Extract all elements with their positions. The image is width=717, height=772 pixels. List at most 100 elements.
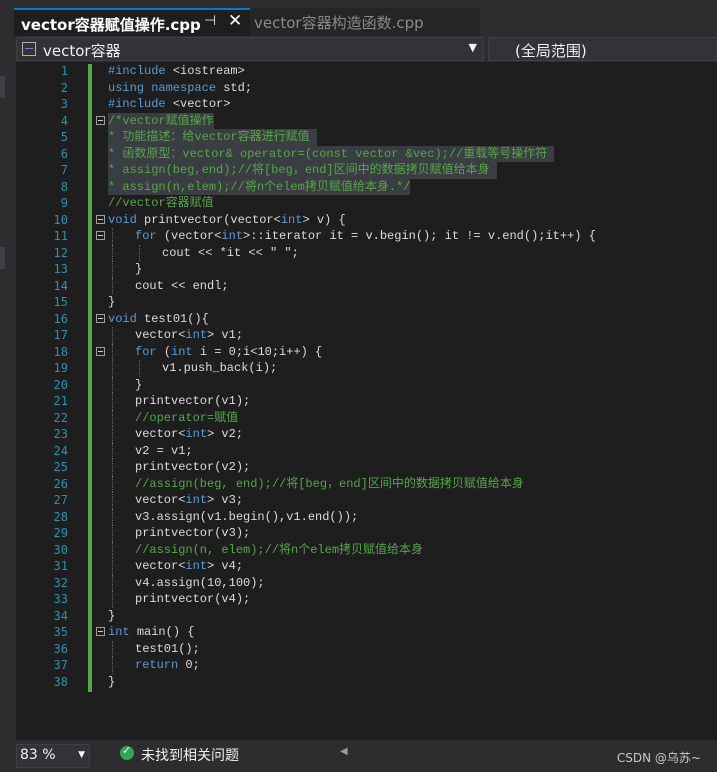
code-line[interactable]: 9 //vector容器赋值 bbox=[0, 195, 717, 212]
code-line[interactable]: 36 test01(); bbox=[0, 640, 717, 657]
code-text: cout << endl; bbox=[135, 278, 229, 295]
code-line[interactable]: 3 #include <vector> bbox=[0, 96, 717, 113]
chevron-down-icon[interactable]: ▼ bbox=[78, 750, 85, 760]
pin-icon[interactable]: ⊣ bbox=[204, 13, 216, 29]
code-line[interactable]: 26 //assign(beg, end);//将[beg，end]区间中的数据拷… bbox=[0, 475, 717, 492]
code-token: } bbox=[108, 674, 116, 689]
tab-vector-assign[interactable]: vector容器赋值操作.cpp ⊣ ✕ bbox=[14, 8, 250, 36]
line-number: 36 bbox=[53, 641, 68, 656]
chevron-down-icon[interactable]: ▼ bbox=[469, 41, 477, 54]
code-line[interactable]: 23 vector<int> v2; bbox=[0, 426, 717, 443]
code-line[interactable]: 28 v3.assign(v1.begin(),v1.end()); bbox=[0, 508, 717, 525]
code-line[interactable]: 25 printvector(v2); bbox=[0, 459, 717, 476]
code-line[interactable]: 15} bbox=[0, 294, 717, 311]
indent-guide bbox=[112, 475, 113, 492]
code-line[interactable]: 20} bbox=[0, 376, 717, 393]
collapse-icon[interactable] bbox=[96, 115, 105, 125]
indent-guide bbox=[112, 376, 113, 393]
member-scope-dropdown[interactable]: (全局范围) bbox=[488, 37, 717, 61]
code-text: for (vector<int>::iterator it = v.begin(… bbox=[135, 228, 596, 245]
code-line[interactable]: 27 vector<int> v3; bbox=[0, 492, 717, 509]
line-number: 33 bbox=[53, 592, 68, 606]
code-line[interactable]: 24 v2 = v1; bbox=[0, 442, 717, 460]
code-token: v2 = v1; bbox=[135, 443, 193, 458]
code-line[interactable]: 11 for (vector<int>::iterator it = v.begi… bbox=[0, 228, 717, 245]
code-text: vector<int> v3; bbox=[135, 492, 243, 509]
collapse-icon[interactable] bbox=[96, 346, 105, 356]
code-line[interactable]: 29 printvector(v3); bbox=[0, 525, 717, 542]
code-token: vector< bbox=[135, 559, 186, 573]
code-token: vector< bbox=[135, 493, 186, 507]
keyword-token: return bbox=[135, 658, 186, 672]
scroll-left-icon[interactable]: ◀ bbox=[340, 746, 348, 757]
line-number: 23 bbox=[53, 427, 68, 441]
code-text: void printvector(vector<int> v) { bbox=[108, 212, 346, 229]
issues-status[interactable]: 未找到相关问题 bbox=[141, 745, 239, 765]
code-line[interactable]: 35 int main() { bbox=[0, 624, 717, 641]
code-line[interactable]: 8 * assign(n,elem);//将n个elem拷贝赋值给本身.*/ bbox=[0, 178, 717, 195]
keyword-token: int bbox=[108, 625, 137, 639]
code-line[interactable]: 30 //assign(n, elem);//将n个elem拷贝赋值给本身 bbox=[0, 541, 717, 559]
code-line[interactable]: 38} bbox=[0, 674, 717, 691]
code-text: * 功能描述：给vector容器进行赋值 bbox=[108, 129, 317, 146]
code-text: //assign(n, elem);//将n个elem拷贝赋值给本身 bbox=[135, 542, 423, 559]
code-line[interactable]: 12 cout << *it << " "; bbox=[0, 244, 717, 261]
code-text: void test01(){ bbox=[108, 311, 209, 328]
code-line[interactable]: 34} bbox=[0, 608, 717, 625]
code-line[interactable]: 16 void test01(){ bbox=[0, 311, 717, 328]
code-line[interactable]: 7 * assign(beg,end);//将[beg，end]区间中的数据拷贝赋… bbox=[0, 162, 717, 179]
line-number: 16 bbox=[53, 311, 68, 326]
code-line[interactable]: 17 vector<int> v1; bbox=[0, 327, 717, 344]
line-number: 25 bbox=[53, 460, 68, 474]
code-line[interactable]: 6 * 函数原型：vector& operator=(const vector &… bbox=[0, 145, 717, 162]
keyword-token: for bbox=[135, 344, 164, 359]
line-number: 15 bbox=[53, 295, 68, 309]
zoom-dropdown[interactable]: 83 % ▼ bbox=[16, 744, 90, 768]
code-line[interactable]: 10 void printvector(vector<int> v) { bbox=[0, 212, 717, 229]
keyword-token: void bbox=[108, 311, 145, 326]
code-token: > v4; bbox=[207, 559, 244, 573]
code-token: v4.assign(10,100); bbox=[135, 575, 265, 590]
indent-guide bbox=[112, 244, 113, 261]
tab-vector-constructor[interactable]: vector容器构造函数.cpp bbox=[250, 8, 480, 36]
keyword-token: int bbox=[185, 328, 208, 342]
indent-guide bbox=[112, 541, 113, 558]
collapse-icon[interactable] bbox=[96, 214, 105, 224]
code-editor[interactable]: 1 #include <iostream> 2 using namespace std… bbox=[0, 62, 717, 740]
indent-guide bbox=[112, 228, 113, 245]
line-number: 20 bbox=[53, 377, 68, 392]
code-text: v2 = v1; bbox=[135, 443, 193, 460]
code-line[interactable]: 31 vector<int> v4; bbox=[0, 558, 717, 575]
code-line[interactable]: 22 //operator=赋值 bbox=[0, 409, 717, 426]
line-number: 8 bbox=[60, 179, 68, 194]
code-line[interactable]: 2 using namespace std; bbox=[0, 80, 717, 97]
line-number: 10 bbox=[53, 212, 68, 227]
code-line[interactable]: 32 v4.assign(10,100); bbox=[0, 574, 717, 591]
line-number: 32 bbox=[53, 575, 68, 590]
code-text: v1.push_back(i); bbox=[162, 360, 277, 377]
collapse-icon[interactable] bbox=[96, 627, 105, 636]
comment-token: //assign(n, elem);//将n个elem拷贝赋值给本身 bbox=[135, 542, 424, 557]
code-token: main() { bbox=[136, 625, 195, 639]
collapse-icon[interactable] bbox=[96, 231, 105, 240]
code-line[interactable]: 4 /*vector赋值操作 bbox=[0, 112, 717, 129]
code-line[interactable]: 18 for (int i = 0;i<10;i++) { bbox=[0, 343, 717, 360]
indent-guide bbox=[112, 277, 113, 294]
code-line[interactable]: 14 cout << endl; bbox=[0, 277, 717, 295]
line-number: 31 bbox=[53, 559, 68, 573]
code-line[interactable]: 1 #include <iostream> bbox=[0, 63, 717, 80]
code-text: #include <vector> bbox=[108, 96, 230, 113]
zoom-value: 83 % bbox=[20, 747, 56, 763]
collapse-icon[interactable] bbox=[96, 313, 105, 323]
project-scope-dropdown[interactable]: vector容器 ▼ bbox=[16, 37, 484, 61]
code-line[interactable]: 37 return 0; bbox=[0, 657, 717, 674]
code-line[interactable]: 13} bbox=[0, 261, 717, 278]
line-number: 3 bbox=[60, 97, 68, 111]
keyword-token: #include bbox=[108, 64, 173, 78]
code-token: test01(){ bbox=[144, 311, 209, 326]
code-line[interactable]: 33 printvector(v4); bbox=[0, 591, 717, 608]
code-line[interactable]: 19 v1.push_back(i); bbox=[0, 360, 717, 377]
code-line[interactable]: 21 printvector(v1); bbox=[0, 393, 717, 410]
close-icon[interactable]: ✕ bbox=[228, 11, 242, 31]
code-line[interactable]: 5 * 功能描述：给vector容器进行赋值 bbox=[0, 129, 717, 146]
